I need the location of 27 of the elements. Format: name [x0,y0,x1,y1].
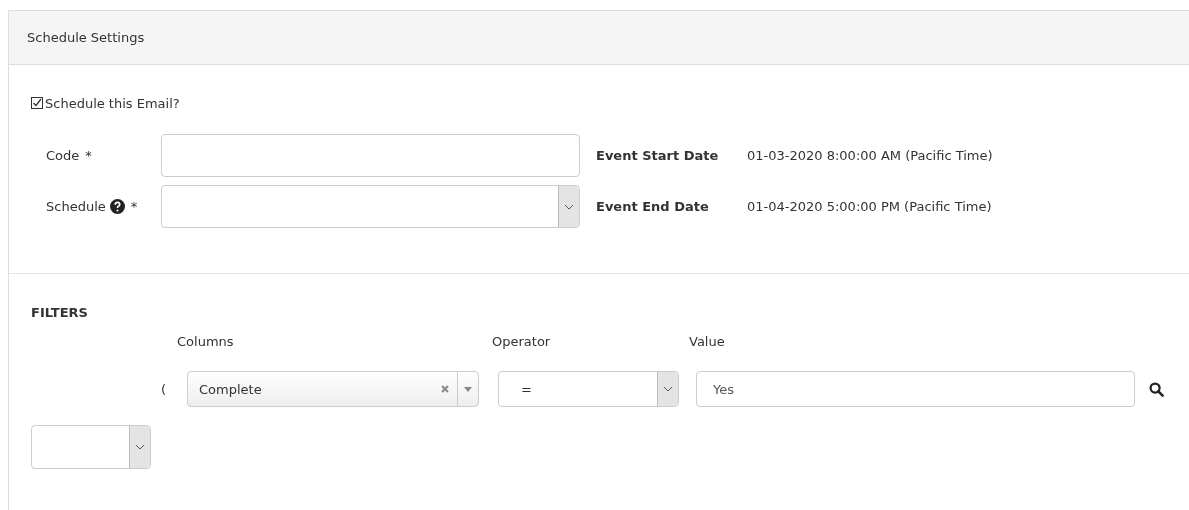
required-mark: * [130,199,138,214]
schedule-checkbox[interactable] [31,97,43,109]
value-input[interactable]: Yes [696,371,1135,407]
code-input[interactable] [161,134,580,177]
caret-icon [657,372,678,406]
caret-icon [129,426,150,468]
panel-title: Schedule Settings [27,30,145,45]
event-label: Event End Date [596,199,710,214]
search-icon[interactable] [1149,381,1164,397]
required-mark: * [85,148,92,163]
caret-icon [464,386,472,392]
column-header: Value [689,334,725,351]
operator-select[interactable]: = [498,371,679,407]
clear-icon[interactable] [441,385,449,393]
help-icon[interactable] [109,199,125,214]
event-value: 01-03-2020 8:00:00 AM (Pacific Time) [747,148,993,163]
caret-icon [558,186,579,227]
field-label: Schedule [46,199,106,214]
field-label: Code [46,148,80,163]
checkbox-label: Schedule this Email? [45,95,180,111]
paren-text: ( [161,381,168,397]
column-header: Columns [177,334,235,351]
event-value: 01-04-2020 5:00:00 PM (Pacific Time) [747,199,992,214]
event-label: Event Start Date [596,148,720,163]
filters-heading: FILTERS [31,305,89,320]
column-header: Operator [492,334,552,351]
column-select[interactable]: Complete [187,371,479,407]
